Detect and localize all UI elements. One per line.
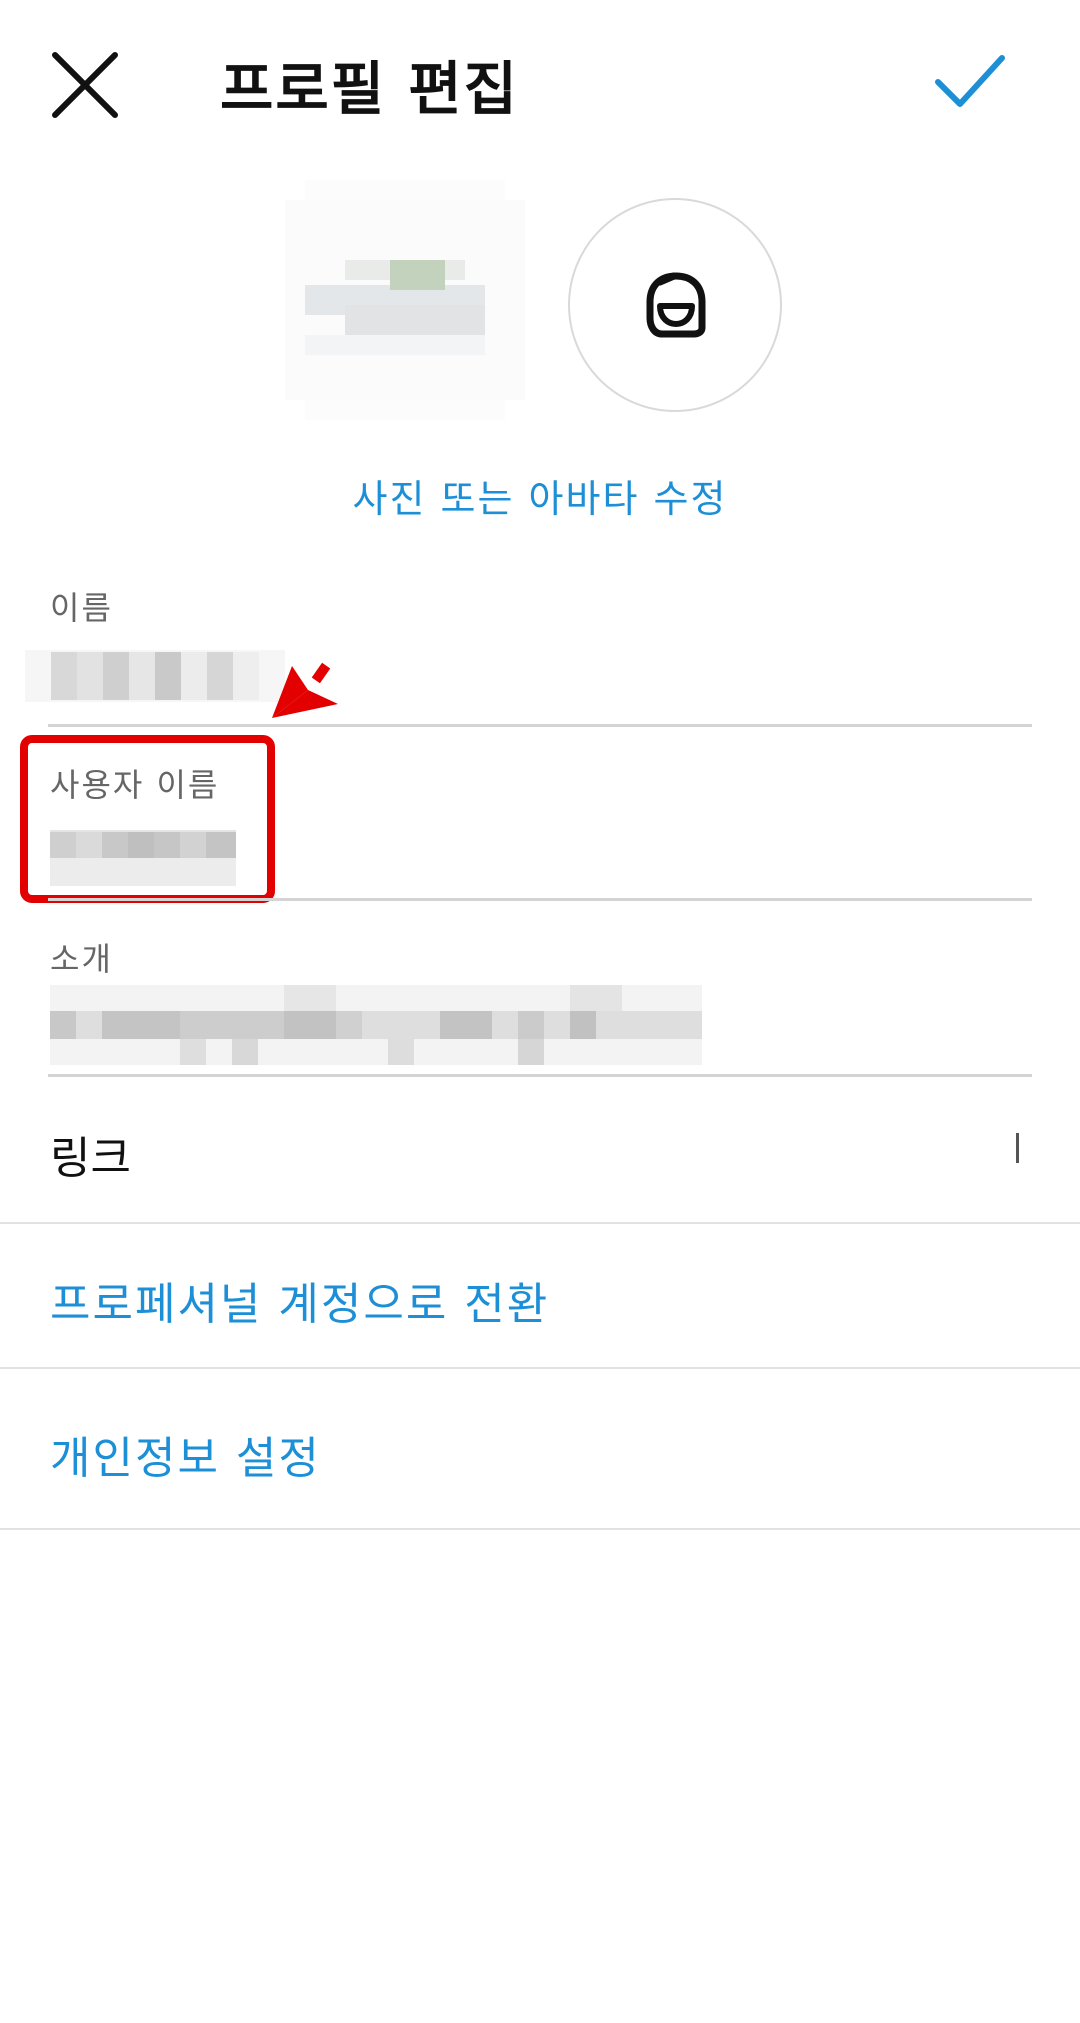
close-icon [52, 52, 118, 118]
close-button[interactable] [40, 40, 130, 130]
name-divider [48, 724, 1032, 727]
switch-professional-link[interactable]: 프로페셔널 계정으로 전환 [50, 1268, 549, 1332]
checkmark-icon [935, 55, 1005, 107]
privacy-divider [0, 1528, 1080, 1530]
profile-photo[interactable] [285, 180, 525, 420]
link-row-value [1016, 1133, 1019, 1163]
link-row-label[interactable]: 링크 [50, 1122, 131, 1186]
confirm-button[interactable] [930, 40, 1010, 120]
avatar-button[interactable] [568, 198, 782, 412]
page-title: 프로필 편집 [220, 55, 519, 123]
avatar-face-icon [646, 272, 706, 338]
username-highlight-annotation [20, 735, 275, 903]
edit-photo-link[interactable]: 사진 또는 아바타 수정 [0, 468, 1080, 523]
bio-divider [48, 1074, 1032, 1077]
professional-divider [0, 1367, 1080, 1369]
link-row-divider [0, 1222, 1080, 1224]
name-field[interactable] [25, 650, 285, 702]
name-label: 이름 [50, 589, 113, 627]
bio-label: 소개 [50, 940, 113, 978]
bio-field[interactable] [50, 985, 702, 1065]
privacy-settings-link[interactable]: 개인정보 설정 [50, 1422, 321, 1486]
username-divider [48, 898, 1032, 901]
red-arrow-annotation [270, 660, 340, 720]
